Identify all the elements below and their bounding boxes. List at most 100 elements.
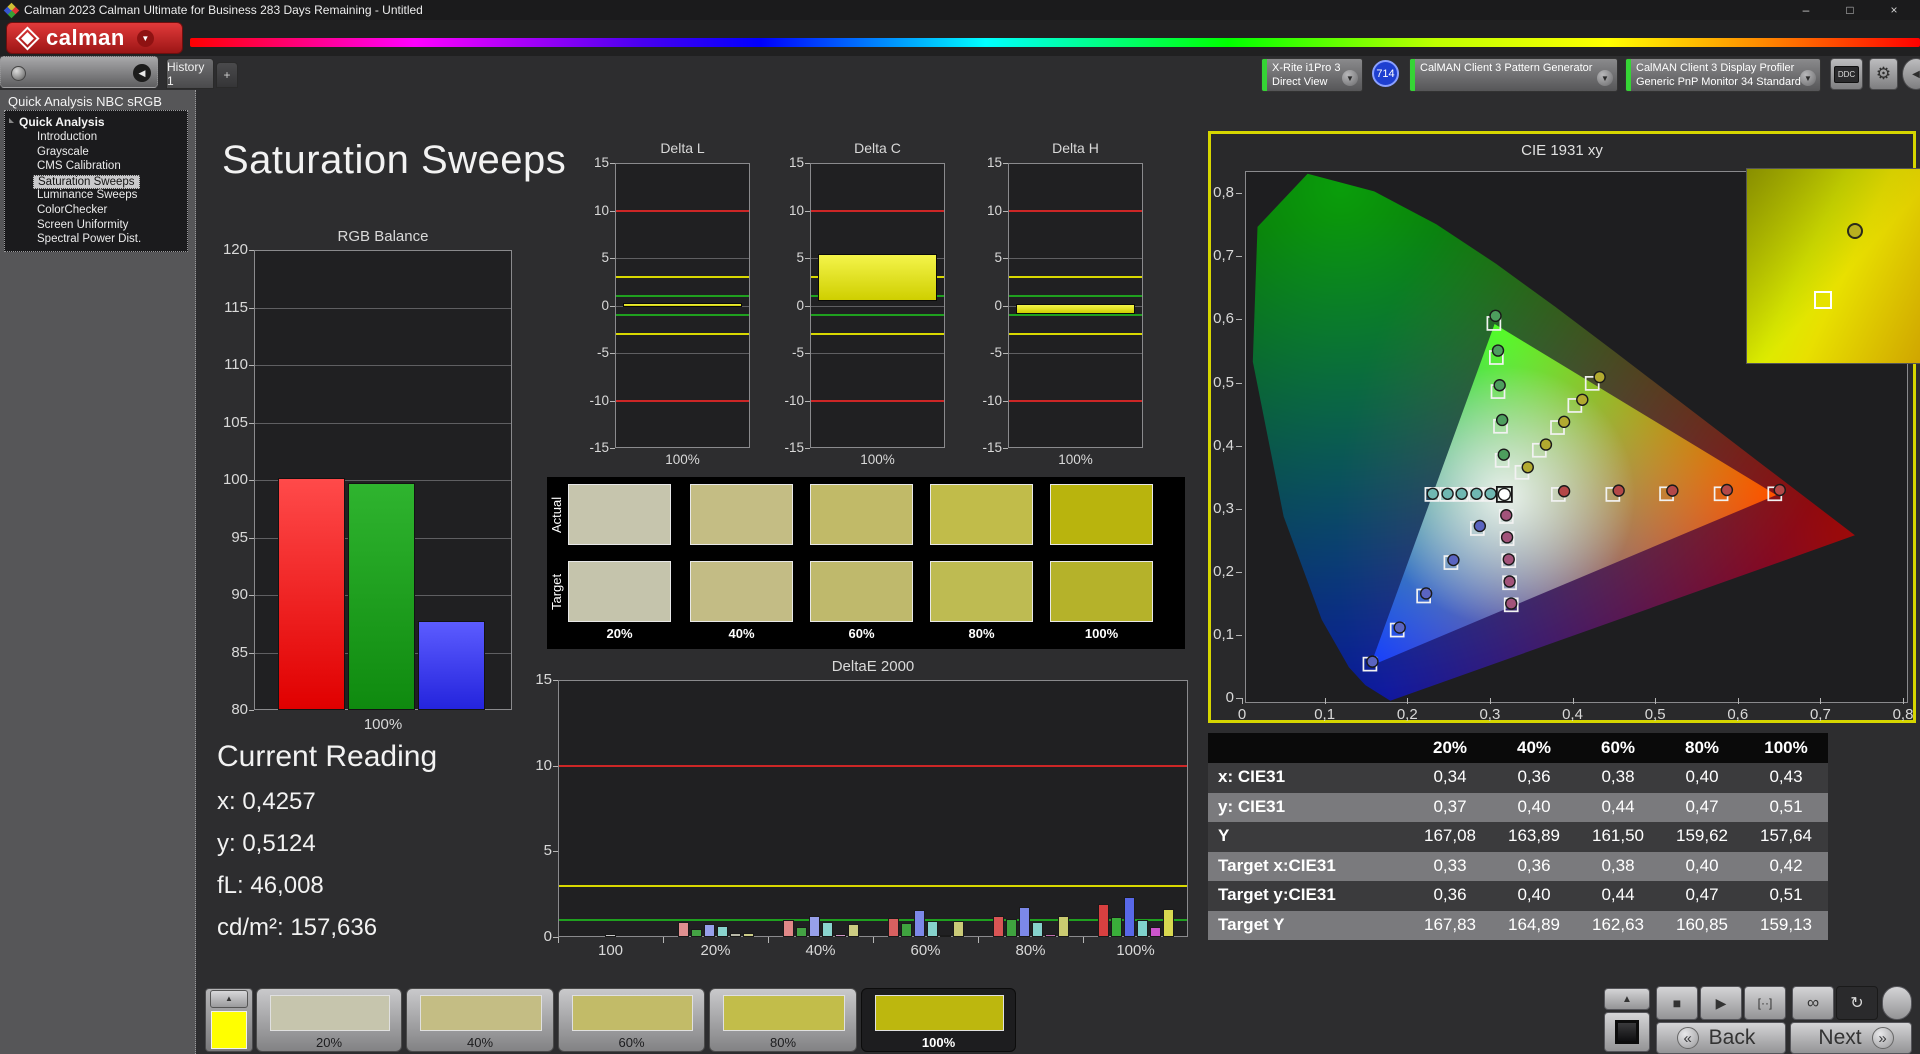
delta_l-ytick-mark: [610, 448, 615, 449]
table-cell: 0,42: [1769, 855, 1803, 875]
continuous-read-button[interactable]: ∞: [1792, 986, 1834, 1020]
deltae-plot: [558, 680, 1188, 937]
delta_l-ytick-label: -10: [589, 392, 609, 408]
delta_l-ytick-label: 15: [593, 155, 609, 170]
pattern-tile-100%[interactable]: 100%: [861, 988, 1016, 1052]
deltae-xtick-mark: [768, 937, 769, 943]
delta_c-ytick-label: -10: [784, 392, 804, 408]
table-cell: 0,34: [1433, 767, 1467, 786]
rgb-bar-blue: [418, 621, 485, 710]
delta_c-title: Delta C: [854, 140, 901, 156]
delta_h-ytick-label: 15: [986, 155, 1002, 170]
table-cell: 163,89: [1508, 826, 1560, 845]
delta_h-ytick-mark: [1003, 448, 1008, 449]
swatch-row-label-actual: Actual: [549, 496, 564, 533]
cie-xtick-mark: [1407, 698, 1409, 704]
cie-ytick-label: 0,6: [1213, 310, 1234, 328]
deltae-bar: [913, 909, 925, 937]
frame-step-button[interactable]: [··]: [1744, 986, 1786, 1020]
play-button[interactable]: ▶: [1700, 986, 1742, 1020]
delta_l-gridline: [616, 353, 749, 354]
delta_h-green-limit-line: [1009, 295, 1142, 297]
deltae-bar: [821, 921, 833, 937]
cie-ytick-label: 0,7: [1213, 247, 1234, 265]
deltae-ytick-mark: [553, 765, 558, 767]
deltae-xtick-mark: [1083, 937, 1084, 943]
cie-xtick-label: 0,2: [1396, 706, 1418, 723]
deltae-group-label: 100%: [1116, 942, 1155, 959]
delta_h-yellow-limit-line: [1009, 333, 1142, 335]
cie-xtick-mark: [1903, 698, 1904, 704]
pattern-tile-label: 100%: [921, 1035, 956, 1050]
infinity-icon: ∞: [1806, 993, 1820, 1012]
table-cell: 162,63: [1592, 914, 1644, 934]
bottom-current-swatch[interactable]: [211, 1011, 247, 1049]
back-chevron-icon: «: [1676, 1027, 1699, 1049]
deltae-xtick-mark: [663, 937, 664, 943]
deltae-bar: [605, 934, 616, 937]
rgb-ytick-label: 105: [222, 413, 248, 431]
table-cell: 0,51: [1769, 796, 1803, 816]
cie-ytick-mark: [1236, 193, 1242, 195]
swatch-actual-20%: [568, 484, 671, 545]
delta_h-ytick-label: 10: [986, 202, 1002, 218]
pattern-tile-60%[interactable]: 60%: [558, 988, 705, 1052]
table-cell: 161,50: [1592, 826, 1644, 845]
cie-xtick-label: 0,7: [1809, 706, 1831, 723]
deltae-bar: [782, 919, 794, 937]
table-cell: 0,36: [1433, 885, 1467, 904]
swatch-column-label: 80%: [968, 626, 995, 641]
pattern-tile-80%[interactable]: 80%: [709, 988, 857, 1052]
refresh-button[interactable]: ↻: [1836, 986, 1878, 1020]
stop-button[interactable]: ■: [1656, 986, 1698, 1020]
cie-ytick-mark: [1236, 319, 1242, 321]
delta_l-ytick-label: 0: [601, 297, 609, 313]
delta_h-ytick-label: 5: [994, 250, 1002, 265]
back-button[interactable]: « Back: [1656, 1022, 1786, 1054]
deltae-title: DeltaE 2000: [831, 658, 915, 675]
delta_h-green-limit-line: [1009, 314, 1142, 316]
swatch-column-label: 40%: [728, 626, 755, 641]
swatch-target-40%: [690, 561, 793, 622]
pattern-tile-40%[interactable]: 40%: [406, 988, 554, 1052]
table-row-label: Target y:CIE31: [1218, 885, 1336, 904]
deltae-group-label: 60%: [910, 942, 941, 959]
delta_h-xaxis-label: 100%: [1058, 452, 1093, 467]
delta_l-red-limit-line: [616, 399, 749, 402]
extra-round-button[interactable]: [1882, 986, 1912, 1020]
table-cell: 0,47: [1685, 885, 1719, 904]
cie-xtick-label: 0,4: [1562, 706, 1583, 723]
delta_h-ytick-mark: [1003, 163, 1008, 164]
cie-xtick-mark: [1655, 698, 1657, 704]
deltae-xtick-mark: [873, 937, 874, 943]
delta_l-ytick-label: 5: [601, 250, 609, 265]
transport-big-stop-button[interactable]: [1604, 1012, 1650, 1052]
deltae-bar: [716, 925, 728, 937]
pattern-tile-label: 60%: [618, 1035, 645, 1050]
delta_c-gridline: [811, 305, 944, 307]
bottom-collapse-button[interactable]: ▲: [210, 990, 248, 1008]
delta_h-yellow-limit-line: [1009, 276, 1142, 278]
up-arrow-icon: ▲: [1622, 993, 1632, 1005]
transport-up-button[interactable]: ▲: [1604, 988, 1650, 1010]
delta_h-gridline: [1009, 258, 1142, 259]
deltae-bar: [1110, 917, 1122, 937]
table-cell: 0,40: [1685, 855, 1719, 875]
rgb-ytick-mark: [249, 250, 254, 251]
rgb-ytick-mark: [249, 422, 254, 424]
next-button[interactable]: Next »: [1790, 1022, 1912, 1054]
deltae-yellow-limit-line: [559, 884, 1187, 887]
delta_l-bar: [623, 302, 742, 307]
table-cell: 0,36: [1517, 855, 1551, 875]
pattern-tile-20%[interactable]: 20%: [256, 988, 402, 1052]
rgb-ytick-label: 120: [222, 241, 248, 258]
delta_c-ytick-mark: [805, 258, 810, 259]
swatch-actual-80%: [930, 484, 1033, 545]
cie-ytick-label: 0,2: [1213, 562, 1234, 580]
table-cell: 0,40: [1517, 885, 1551, 904]
delta_c-ytick-label: 15: [788, 155, 804, 170]
rgb-bar-green: [348, 483, 415, 710]
swatch-target-20%: [568, 561, 671, 622]
delta_c-ytick-mark: [805, 400, 810, 402]
delta_h-ytick-label: -10: [982, 392, 1002, 408]
